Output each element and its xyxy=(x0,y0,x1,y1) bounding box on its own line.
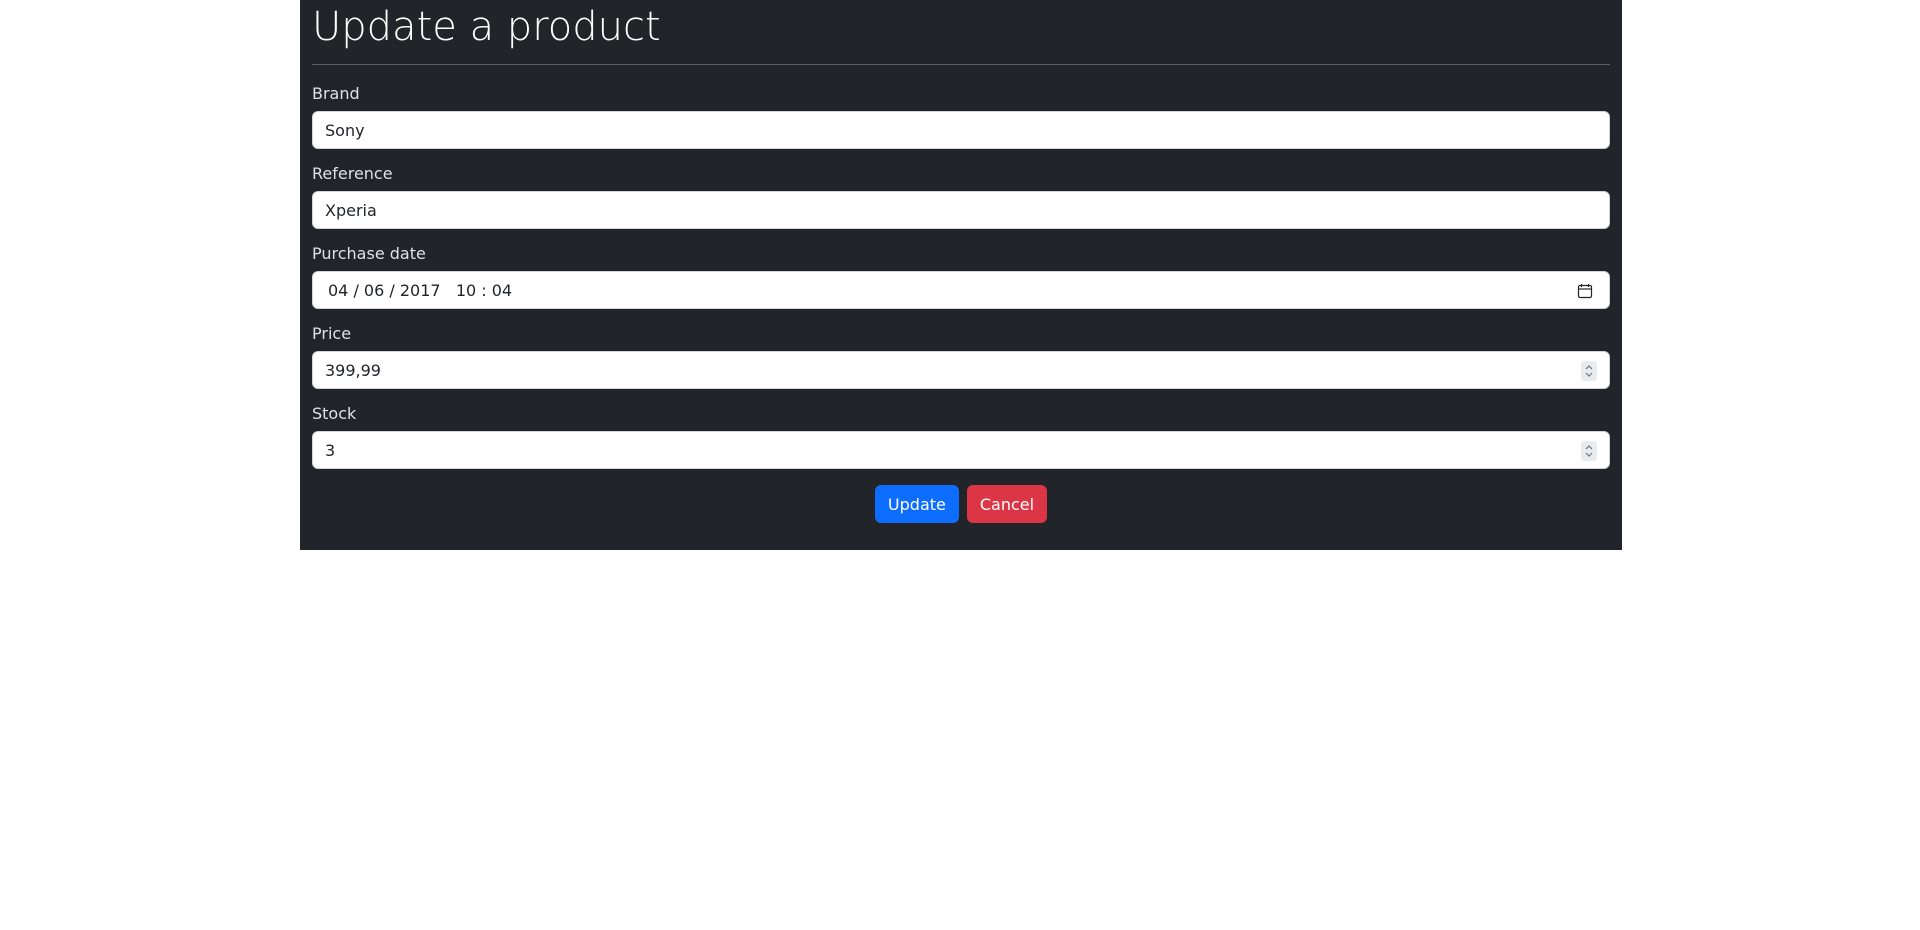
stock-label: Stock xyxy=(312,404,357,423)
brand-input[interactable] xyxy=(313,112,1609,148)
form-actions: Update Cancel xyxy=(312,485,1610,523)
stock-input[interactable] xyxy=(313,432,1609,468)
purchase-date-label: Purchase date xyxy=(312,244,426,263)
stock-input-box[interactable] xyxy=(312,431,1610,469)
divider xyxy=(312,64,1610,65)
brand-label: Brand xyxy=(312,84,360,103)
reference-input-box[interactable] xyxy=(312,191,1610,229)
brand-input-box[interactable] xyxy=(312,111,1610,149)
page-title: Update a product xyxy=(312,4,661,50)
price-input-box[interactable] xyxy=(312,351,1610,389)
calendar-icon[interactable] xyxy=(1577,283,1593,299)
purchase-date-input-box[interactable] xyxy=(312,271,1610,309)
update-product-panel: Update a product Brand Reference Purchas… xyxy=(300,0,1622,550)
cancel-button[interactable]: Cancel xyxy=(966,485,1048,523)
stock-spinner-icon[interactable] xyxy=(1581,441,1597,461)
price-field-group: Price xyxy=(312,325,1610,389)
price-input[interactable] xyxy=(313,352,1609,388)
reference-label: Reference xyxy=(312,164,393,183)
reference-field-group: Reference xyxy=(312,165,1610,229)
price-label: Price xyxy=(312,324,352,343)
update-button[interactable]: Update xyxy=(874,485,959,523)
stock-field-group: Stock xyxy=(312,405,1610,469)
purchase-date-input[interactable] xyxy=(313,272,1609,308)
price-spinner-icon[interactable] xyxy=(1581,361,1597,381)
purchase-date-field-group: Purchase date xyxy=(312,245,1610,309)
brand-field-group: Brand xyxy=(312,85,1610,149)
reference-input[interactable] xyxy=(313,192,1609,228)
